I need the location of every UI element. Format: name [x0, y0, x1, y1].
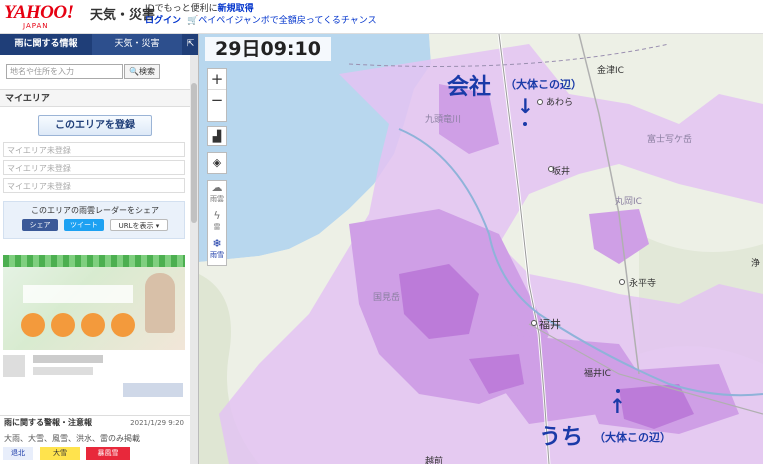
legend-item: 暴風雪: [86, 447, 130, 460]
share-box: このエリアの雨雲レーダーをシェア シェア ツイート URLを表示 ▾: [3, 201, 185, 239]
share-text: このエリアの雨雲レーダーをシェア: [31, 206, 159, 215]
my-area-slot[interactable]: マイエリア未登録: [3, 142, 185, 157]
ad-thumb: [3, 355, 25, 377]
ad-product-image: [81, 313, 105, 337]
place-label: 福井: [539, 318, 561, 331]
layer-snow-label: 雨雪: [210, 251, 224, 259]
place-label: 富士写ケ岳: [647, 135, 693, 145]
ad-banner[interactable]: [3, 255, 185, 350]
search-input[interactable]: 地名や住所を入力: [6, 64, 123, 79]
zoom-in-button[interactable]: +: [208, 69, 226, 89]
office-marker: [523, 122, 527, 126]
city-marker: [531, 320, 537, 326]
snowflake-icon: ❄: [212, 237, 222, 250]
annotation-home: うち: [539, 425, 584, 450]
radar-map[interactable]: 29日09:10 + − ▟ ◈ ☁ 雨雲 ϟ 雷 ❄ 雨雪 金津IC あわら …: [199, 34, 763, 464]
tab-rain-info[interactable]: 雨に関する情報: [0, 34, 92, 55]
show-url-button[interactable]: URLを表示 ▾: [110, 219, 168, 231]
annotation-home-note: （大体この辺）: [594, 431, 671, 444]
layer-switcher: ☁ 雨雲 ϟ 雷 ❄ 雨雪: [207, 180, 227, 266]
sidebar-tabs: 雨に関する情報 天気・災害 ⇱: [0, 34, 198, 55]
search-button-label: 検索: [138, 67, 155, 76]
ad-footer-blurred[interactable]: [3, 353, 185, 401]
search-icon: 🔍: [129, 67, 139, 76]
annotation-office-note: （大体この辺）: [505, 78, 582, 91]
layer-rain-label: 雨雲: [210, 195, 224, 203]
tab-weather-disaster[interactable]: 天気・災害: [92, 34, 182, 55]
home-marker: [616, 389, 620, 393]
login-line: ログイン 🛒ペイペイジャンボで全額戻ってくるチャンス: [145, 13, 377, 26]
arrow-down-icon: ↓: [517, 94, 534, 118]
warnings-date: 2021/1/29 9:20: [130, 419, 184, 427]
radar-time: 29日09:10: [205, 37, 331, 61]
place-label: 越前: [425, 457, 444, 464]
sidebar-scrollbar[interactable]: [190, 55, 198, 464]
warnings-title: 雨に関する警報・注意報 2021/1/29 9:20: [0, 415, 190, 429]
facebook-share-button[interactable]: シェア: [22, 219, 58, 231]
yahoo-logo-sub: JAPAN: [23, 22, 49, 30]
place-label: 金津IC: [597, 66, 624, 76]
place-label: 福井IC: [584, 369, 611, 379]
lightning-icon: ϟ: [213, 209, 221, 222]
arrow-up-icon: ↑: [609, 394, 626, 418]
page-header: YAHOO! JAPAN 天気・災害 IDでもっと便利に新規取得 ログイン 🛒ペイ…: [0, 0, 763, 34]
layer-thunder[interactable]: ϟ 雷: [208, 209, 226, 237]
promo-link[interactable]: ペイペイジャンボで全額戻ってくるチャンス: [198, 16, 376, 26]
layers-toggle[interactable]: ◈: [207, 152, 227, 174]
legend-toggle[interactable]: ▟: [207, 126, 227, 146]
place-label: 九頭竜川: [425, 115, 462, 125]
ad-text-blur: [33, 355, 103, 363]
register-area-button[interactable]: このエリアを登録: [38, 115, 152, 136]
place-label: 永平寺: [629, 279, 657, 289]
legend-icon: ▟: [212, 130, 222, 143]
cloud-icon: ☁: [211, 181, 223, 194]
ad-product-image: [21, 313, 45, 337]
my-area-slot[interactable]: マイエリア未登録: [3, 178, 185, 193]
cart-icon: 🛒: [187, 16, 199, 26]
ad-cta-blur: [123, 383, 183, 397]
collapse-icon[interactable]: ⇱: [183, 34, 198, 55]
place-label: 丸岡IC: [615, 197, 642, 207]
ad-text-blur: [33, 367, 93, 375]
place-label: 坂井: [552, 167, 571, 177]
annotation-office: 会社: [447, 75, 492, 100]
ad-text-blur: [23, 285, 133, 303]
zoom-control: + −: [207, 68, 227, 122]
city-marker: [619, 279, 625, 285]
my-area-slot[interactable]: マイエリア未登録: [3, 160, 185, 175]
warnings-subtitle: 大雨、大雪、風雪、洪水、雷のみ掲載: [4, 434, 140, 443]
ad-strip: [3, 255, 185, 267]
login-link[interactable]: ログイン: [145, 16, 181, 26]
warnings-title-text: 雨に関する警報・注意報: [4, 418, 92, 427]
layer-snow[interactable]: ❄ 雨雪: [208, 237, 226, 265]
ad-person-image: [145, 273, 175, 333]
twitter-share-button[interactable]: ツイート: [64, 219, 104, 231]
layer-rain[interactable]: ☁ 雨雲: [208, 181, 226, 209]
my-area-title: マイエリア: [0, 89, 190, 107]
yahoo-logo[interactable]: YAHOO!: [4, 2, 74, 24]
search-button[interactable]: 🔍検索: [124, 64, 160, 79]
layers-icon: ◈: [212, 156, 222, 169]
legend-item: 退北: [3, 447, 33, 460]
ad-product-image: [111, 313, 135, 337]
ad-product-image: [51, 313, 75, 337]
sidebar: 雨に関する情報 天気・災害 ⇱ 地名や住所を入力 🔍検索 マイエリア このエリア…: [0, 34, 199, 464]
zoom-out-button[interactable]: −: [208, 89, 226, 110]
scrollbar-thumb[interactable]: [191, 83, 197, 223]
layer-thunder-label: 雷: [213, 223, 221, 231]
place-label: あわら: [546, 98, 574, 108]
place-label: 国見岳: [373, 293, 401, 303]
sidebar-panel: 地名や住所を入力 🔍検索 マイエリア このエリアを登録 マイエリア未登録 マイエ…: [0, 55, 190, 464]
place-label: 浄: [751, 259, 761, 269]
legend-item: 大雪: [40, 447, 80, 460]
city-marker: [537, 99, 543, 105]
